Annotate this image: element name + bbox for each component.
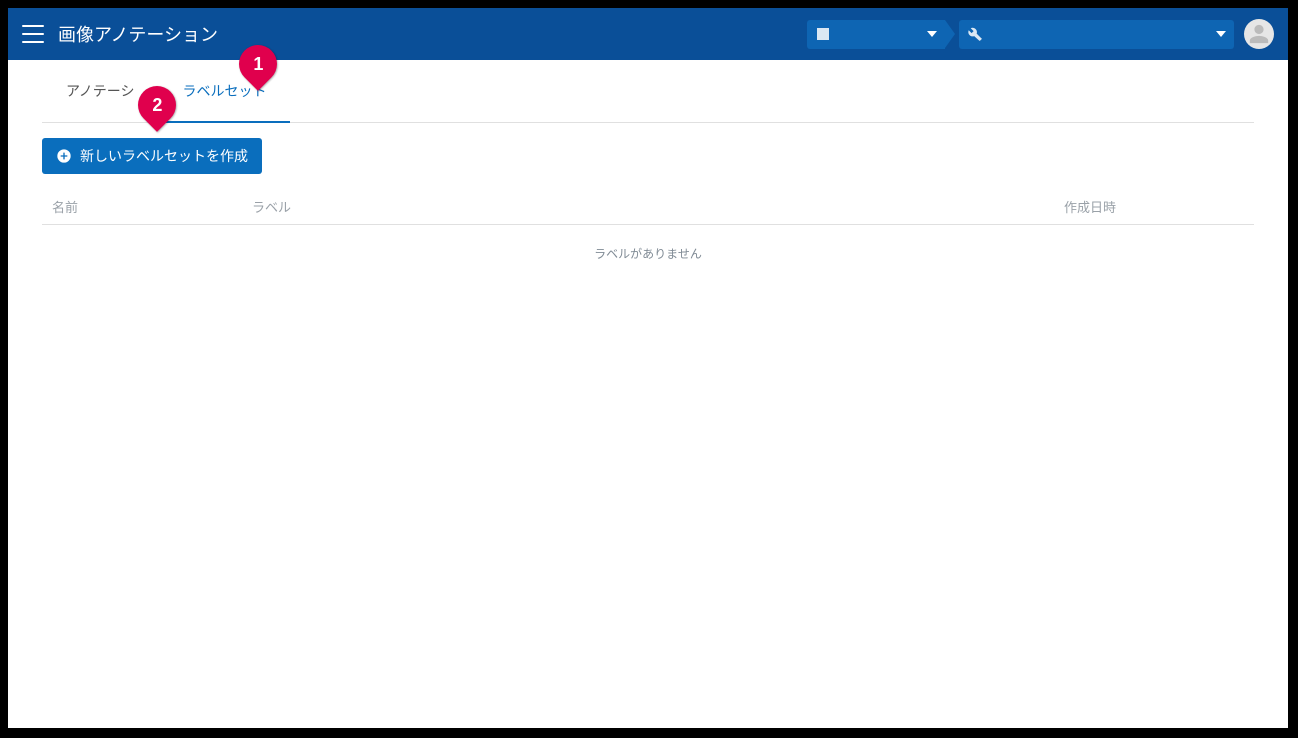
caret-down-icon xyxy=(927,31,937,37)
create-labelset-button[interactable]: 新しいラベルセットを作成 xyxy=(42,138,262,174)
col-header-name: 名前 xyxy=(52,197,252,216)
callout-1: 1 xyxy=(239,45,277,95)
empty-state: ラベルがありません xyxy=(42,225,1254,282)
tool-selector[interactable] xyxy=(959,20,1234,49)
wrench-icon xyxy=(967,26,983,42)
col-header-created: 作成日時 xyxy=(1064,197,1244,216)
plus-circle-icon xyxy=(56,148,72,164)
callout-2: 2 xyxy=(138,86,176,136)
org-selector[interactable] xyxy=(807,20,945,49)
toolbar: 新しいラベルセットを作成 xyxy=(42,123,1254,189)
app-header: 画像アノテーション xyxy=(8,8,1288,60)
tabs: アノテーシ ラベルセット xyxy=(42,60,1254,123)
tab-annotation-label: アノテーシ xyxy=(66,81,134,101)
user-icon xyxy=(1248,23,1270,45)
caret-down-icon xyxy=(1216,31,1226,37)
col-header-label: ラベル xyxy=(252,197,1064,216)
table-header: 名前 ラベル 作成日時 xyxy=(42,189,1254,225)
app-title: 画像アノテーション xyxy=(58,21,218,47)
labelset-table: 名前 ラベル 作成日時 ラベルがありません xyxy=(42,189,1254,282)
menu-icon[interactable] xyxy=(22,25,44,43)
building-icon xyxy=(815,26,831,42)
avatar[interactable] xyxy=(1244,19,1274,49)
create-labelset-label: 新しいラベルセットを作成 xyxy=(80,146,248,166)
